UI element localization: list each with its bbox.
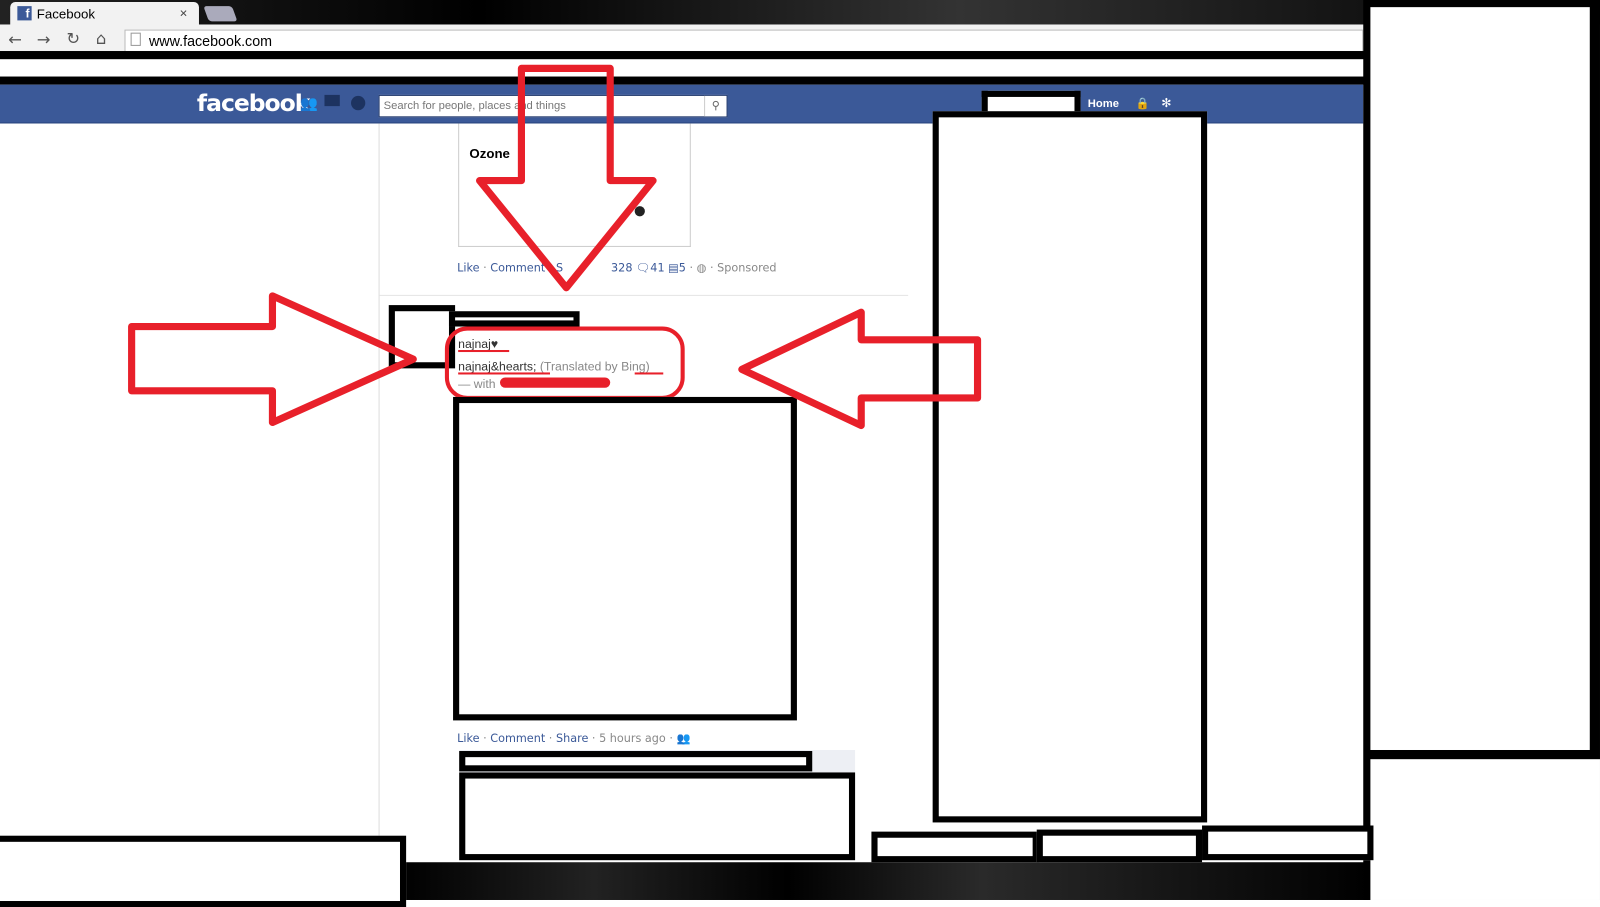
screenshot: f Facebook × ← → ↻ ⌂ www.facebook.com fa… (0, 0, 1600, 907)
arrow-left-annotation (738, 308, 982, 430)
arrow-down-annotation (476, 64, 657, 292)
annotation-arrows (128, 64, 982, 430)
arrow-right-annotation (128, 292, 417, 427)
